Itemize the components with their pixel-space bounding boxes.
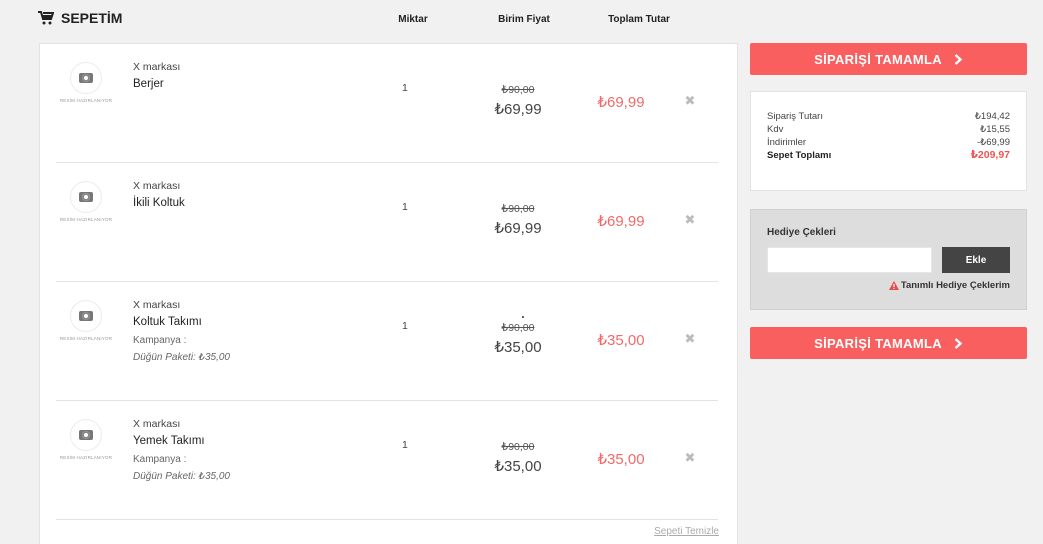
complete-order-label: SİPARİŞİ TAMAMLA [814,335,942,351]
cart-items-panel: RESİM HAZIRLANIYOR X markası Berjer 1 ₺9… [39,43,738,544]
item-quantity[interactable]: 1 [402,320,408,332]
summary-cart-total: Sepet Toplamı ₺209,97 [767,149,1010,162]
item-total: ₺35,00 [597,451,645,468]
item-old-price: ₺90,00 [501,203,535,215]
item-total: ₺69,99 [597,94,645,111]
item-old-price: ₺90,00 [501,441,535,453]
summary-order-total: Sipariş Tutarı ₺194,42 [767,110,1010,123]
item-quantity[interactable]: 1 [402,201,408,213]
column-quantity: Miktar [398,14,428,25]
gift-voucher-title: Hediye Çekleri [767,227,836,238]
summary-order-total-label: Sipariş Tutarı [767,111,823,122]
mouse-cursor-dot [522,316,524,318]
camera-icon [70,181,102,213]
gift-voucher-box: Hediye Çekleri Ekle Tanımlı Hediye Çekle… [750,209,1027,310]
cart-item: RESİM HAZIRLANIYOR X markası İkili Koltu… [56,163,718,282]
cart-title-text: SEPETİM [61,10,123,26]
campaign-label: Kampanya : [133,454,187,465]
summary-vat-value: ₺15,55 [980,124,1010,135]
product-brand: X markası [133,180,181,192]
clear-cart-link[interactable]: Sepeti Temizle [654,526,719,537]
cart-header: SEPETİM Miktar Birim Fiyat Toplam Tutar [0,0,1043,40]
product-brand: X markası [133,61,181,73]
column-unit-price: Birim Fiyat [498,14,550,25]
product-image[interactable]: RESİM HAZIRLANIYOR [56,181,116,231]
product-name[interactable]: Koltuk Takımı [133,316,202,328]
order-summary: Sipariş Tutarı ₺194,42 Kdv ₺15,55 İndiri… [750,91,1027,191]
saved-gift-vouchers-link[interactable]: Tanımlı Hediye Çeklerim [888,280,1010,291]
item-quantity[interactable]: 1 [402,439,408,451]
gift-voucher-input[interactable] [767,247,932,273]
item-total: ₺69,99 [597,213,645,230]
product-image[interactable]: RESİM HAZIRLANIYOR [56,62,116,112]
summary-discounts-value: -₺69,99 [977,137,1010,148]
complete-order-button[interactable]: SİPARİŞİ TAMAMLA [750,43,1027,75]
summary-discounts-label: İndirimler [767,137,807,148]
cart-item: RESİM HAZIRLANIYOR X markası Koltuk Takı… [56,282,718,401]
image-placeholder-text: RESİM HAZIRLANIYOR [59,336,113,341]
product-brand: X markası [133,299,181,311]
campaign-detail: Düğün Paketi: ₺35,00 [133,471,230,482]
item-unit-price: ₺69,99 [494,220,542,237]
item-old-price: ₺90,00 [501,84,535,96]
image-placeholder-text: RESİM HAZIRLANIYOR [59,217,113,222]
product-image[interactable]: RESİM HAZIRLANIYOR [56,300,116,350]
item-old-price: ₺90,00 [501,322,535,334]
cart-item: RESİM HAZIRLANIYOR X markası Berjer 1 ₺9… [56,44,718,163]
remove-item-icon[interactable]: ✖ [684,94,696,108]
campaign-label: Kampanya : [133,335,187,346]
summary-discounts: İndirimler -₺69,99 [767,136,1010,149]
item-unit-price: ₺35,00 [494,458,542,475]
chevron-right-icon [954,337,963,349]
item-unit-price: ₺35,00 [494,339,542,356]
remove-item-icon[interactable]: ✖ [684,332,696,346]
camera-icon [70,419,102,451]
camera-icon [70,300,102,332]
cart-icon [38,11,54,25]
summary-order-total-value: ₺194,42 [974,111,1010,122]
item-quantity[interactable]: 1 [402,82,408,94]
gift-voucher-add-button[interactable]: Ekle [942,247,1010,273]
complete-order-label: SİPARİŞİ TAMAMLA [814,51,942,67]
summary-cart-total-value: ₺209,97 [970,149,1010,161]
product-name[interactable]: Berjer [133,78,164,90]
item-total: ₺35,00 [597,332,645,349]
campaign-detail: Düğün Paketi: ₺35,00 [133,352,230,363]
product-name[interactable]: Yemek Takımı [133,435,205,447]
product-name[interactable]: İkili Koltuk [133,197,185,209]
cart-title: SEPETİM [38,10,122,26]
summary-vat-label: Kdv [767,124,784,135]
saved-gift-vouchers-label: Tanımlı Hediye Çeklerim [900,280,1010,291]
warning-icon [888,281,899,290]
column-total: Toplam Tutar [608,14,670,25]
camera-icon [70,62,102,94]
remove-item-icon[interactable]: ✖ [684,451,696,465]
image-placeholder-text: RESİM HAZIRLANIYOR [59,455,113,460]
image-placeholder-text: RESİM HAZIRLANIYOR [59,98,113,103]
product-brand: X markası [133,418,181,430]
remove-item-icon[interactable]: ✖ [684,213,696,227]
cart-item: RESİM HAZIRLANIYOR X markası Yemek Takım… [56,401,718,520]
summary-vat: Kdv ₺15,55 [767,123,1010,136]
chevron-right-icon [954,53,963,65]
summary-cart-total-label: Sepet Toplamı [767,150,832,161]
complete-order-button-bottom[interactable]: SİPARİŞİ TAMAMLA [750,327,1027,359]
item-unit-price: ₺69,99 [494,101,542,118]
product-image[interactable]: RESİM HAZIRLANIYOR [56,419,116,469]
